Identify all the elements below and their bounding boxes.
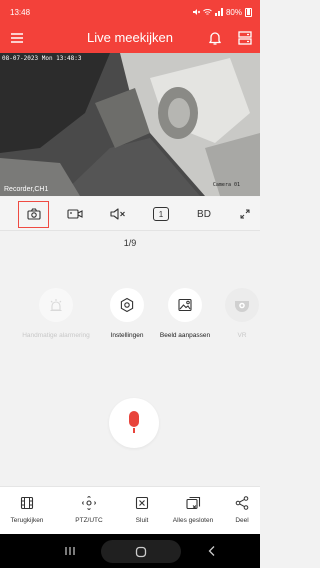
page-indicator: 1/9: [123, 238, 137, 248]
video-feed[interactable]: 08-07-2023 Mon 13:48:3 Camera 01 Recorde…: [0, 53, 260, 196]
home-button[interactable]: [101, 540, 181, 563]
app-header: Live meekijken: [0, 24, 260, 53]
action-circle: [39, 288, 73, 322]
mute-icon: [192, 9, 200, 15]
nav-label: Deel: [235, 517, 249, 524]
recorder-label: Recorder,CH1: [4, 186, 49, 193]
action-vr[interactable]: VR: [207, 288, 277, 339]
action-circle: [168, 288, 202, 322]
wifi-icon: [203, 9, 212, 15]
microphone-icon: [129, 411, 139, 433]
action-manual-alarm[interactable]: Handmatige alarmering: [21, 288, 91, 339]
signal-icon: [214, 8, 223, 16]
nav-share[interactable]: Deel: [216, 495, 268, 524]
speaker-mute-icon: [110, 208, 125, 220]
record-button[interactable]: [60, 197, 90, 231]
alarm-light-icon: [50, 299, 62, 312]
nav-close-all[interactable]: Alles gesloten: [167, 495, 219, 524]
camera-label: Camera 01: [212, 182, 240, 188]
action-label: Handmatige alarmering: [22, 332, 90, 339]
battery-icon: [245, 7, 252, 17]
image-adjust-icon: [178, 298, 192, 312]
talk-button[interactable]: [109, 398, 159, 448]
nav-close[interactable]: Sluit: [116, 495, 168, 524]
nav-label: Sluit: [135, 517, 149, 524]
status-icons: 80%: [192, 7, 252, 17]
playback-icon: [20, 496, 34, 510]
stream-number-box: 1: [153, 207, 169, 221]
settings-icon: [120, 297, 134, 313]
share-icon: [235, 496, 249, 510]
action-circle: [225, 288, 259, 322]
recent-apps-icon[interactable]: [64, 545, 76, 557]
nav-playback[interactable]: Terugkijken: [1, 495, 53, 524]
battery-percent: 80%: [225, 7, 242, 17]
close-box-icon: [135, 496, 149, 510]
layout-icon[interactable]: [237, 30, 253, 46]
system-nav-bar: [0, 534, 260, 568]
snapshot-selected-outline: [18, 201, 49, 228]
back-icon[interactable]: [206, 545, 218, 557]
status-time: 13:48: [10, 7, 31, 17]
fullscreen-button[interactable]: [233, 197, 257, 231]
status-bar: 13:48 80%: [0, 0, 260, 24]
vr-camera-icon: [235, 301, 249, 312]
nav-label: Alles gesloten: [172, 517, 214, 524]
bottom-nav: Terugkijken PTZ/UTC Sluit Alles gesloten…: [0, 486, 260, 534]
ptz-icon: [82, 496, 96, 510]
camera-view-image: [0, 53, 260, 196]
nav-label: PTZ/UTC: [75, 517, 103, 524]
expand-icon: [240, 209, 250, 219]
nav-label: Terugkijken: [10, 517, 44, 524]
action-label: VR: [237, 332, 247, 339]
quality-button[interactable]: BD: [188, 197, 220, 231]
stream-number-button[interactable]: 1: [146, 197, 176, 231]
home-circle-icon: [135, 546, 147, 557]
action-circle: [110, 288, 144, 322]
bell-icon[interactable]: [207, 30, 223, 46]
close-all-icon: [185, 496, 200, 510]
video-record-icon: [67, 209, 83, 219]
nav-ptz[interactable]: PTZ/UTC: [63, 495, 115, 524]
video-timestamp: 08-07-2023 Mon 13:48:3: [2, 55, 82, 62]
mute-button[interactable]: [103, 197, 133, 231]
